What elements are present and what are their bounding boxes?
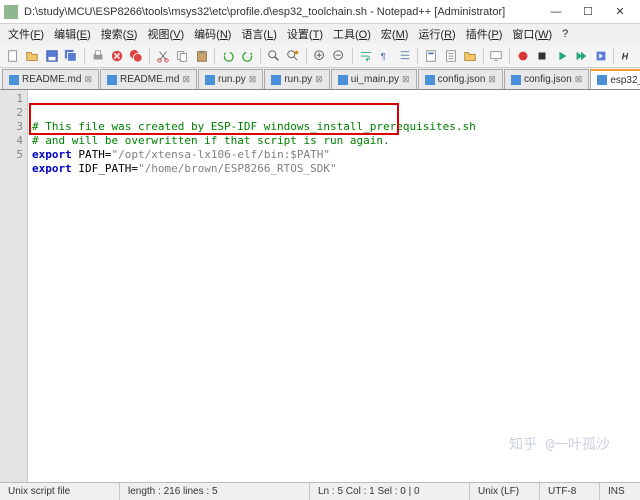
undo-icon[interactable] [219,47,236,65]
tab-run-py[interactable]: run.py⊠ [198,69,263,89]
close-icon[interactable]: ⊠ [488,74,496,85]
window-title: D:\study\MCU\ESP8266\tools\msys32\etc\pr… [24,6,540,18]
close-icon[interactable]: ⊠ [249,74,257,85]
menu-n[interactable]: 编码(N) [190,24,235,44]
menu-t[interactable]: 设置(T) [283,24,327,44]
tabbar: README.md⊠README.md⊠run.py⊠run.py⊠ui_mai… [0,68,640,90]
redo-icon[interactable] [239,47,256,65]
play-multi-icon[interactable] [573,47,590,65]
status-eol[interactable]: Unix (LF) [470,483,540,500]
copy-icon[interactable] [174,47,191,65]
tab-ui_main-py[interactable]: ui_main.py⊠ [331,69,417,89]
menu-p[interactable]: 插件(P) [462,24,507,44]
close-icon[interactable]: ⊠ [182,74,190,85]
line-gutter: 12345 [0,90,28,482]
status-filetype: Unix script file [0,483,120,500]
code-line: # This file was created by ESP-IDF windo… [32,120,640,134]
statusbar: Unix script file length : 216 lines : 5 … [0,482,640,500]
save-macro-icon[interactable] [592,47,609,65]
print-icon[interactable] [89,47,106,65]
menu-r[interactable]: 运行(R) [414,24,459,44]
tab-README-md[interactable]: README.md⊠ [2,69,99,89]
stop-macro-icon[interactable] [534,47,551,65]
menubar: 文件(F)编辑(E)搜索(S)视图(V)编码(N)语言(L)设置(T)工具(O)… [0,24,640,44]
new-file-icon[interactable] [4,47,21,65]
svg-text:H: H [622,51,629,61]
menu-v[interactable]: 视图(V) [143,24,188,44]
maximize-button[interactable]: ☐ [572,2,604,22]
monitor-icon[interactable] [488,47,505,65]
menu-e[interactable]: 编辑(E) [50,24,95,44]
wordwrap-icon[interactable] [357,47,374,65]
close-all-icon[interactable] [128,47,145,65]
svg-text:¶: ¶ [381,51,386,62]
save-all-icon[interactable] [62,47,79,65]
show-all-chars-icon[interactable]: ¶ [377,47,394,65]
tab-README-md[interactable]: README.md⊠ [100,69,197,89]
menu-s[interactable]: 搜索(S) [97,24,142,44]
toolbar: ¶ H [0,44,640,68]
menu-m[interactable]: 宏(M) [377,24,413,44]
menu-help[interactable]: ? [558,26,572,42]
func-list-icon[interactable] [442,47,459,65]
menu-l[interactable]: 语言(L) [237,24,280,44]
code-line: export PATH="/opt/xtensa-lx106-elf/bin:$… [32,148,640,162]
menu-w[interactable]: 窗口(W) [508,24,556,44]
watermark: 知乎 @一叶孤沙 [509,438,610,452]
titlebar: D:\study\MCU\ESP8266\tools\msys32\etc\pr… [0,0,640,24]
cut-icon[interactable] [154,47,171,65]
record-macro-icon[interactable] [514,47,531,65]
tab-esp32_toolchain-sh[interactable]: esp32_toolchain.sh⊠ [590,69,640,89]
play-macro-icon[interactable] [553,47,570,65]
editor-area: 12345 # This file was created by ESP-IDF… [0,90,640,482]
open-file-icon[interactable] [23,47,40,65]
close-button[interactable]: ✕ [604,2,636,22]
doc-map-icon[interactable] [422,47,439,65]
zoom-out-icon[interactable] [331,47,348,65]
app-icon [4,5,18,19]
indent-guide-icon[interactable] [396,47,413,65]
find-icon[interactable] [265,47,282,65]
code-line: # and will be overwritten if that script… [32,134,640,148]
hex-icon[interactable]: H [618,47,635,65]
save-icon[interactable] [43,47,60,65]
zoom-in-icon[interactable] [311,47,328,65]
status-pos: Ln : 5 Col : 1 Sel : 0 | 0 [310,483,470,500]
replace-icon[interactable] [285,47,302,65]
tab-config-json[interactable]: config.json⊠ [418,69,503,89]
tab-run-py[interactable]: run.py⊠ [264,69,329,89]
status-enc[interactable]: UTF-8 [540,483,600,500]
close-icon[interactable]: ⊠ [315,74,323,85]
paste-icon[interactable] [193,47,210,65]
folder-view-icon[interactable] [461,47,478,65]
code-area[interactable]: # This file was created by ESP-IDF windo… [28,90,640,482]
code-line: export IDF_PATH="/home/brown/ESP8266_RTO… [32,162,640,176]
menu-o[interactable]: 工具(O) [329,24,375,44]
close-icon[interactable]: ⊠ [575,74,583,85]
minimize-button[interactable]: — [540,2,572,22]
close-icon[interactable]: ⊠ [402,74,410,85]
close-icon[interactable]: ⊠ [84,74,92,85]
tab-config-json[interactable]: config.json⊠ [504,69,589,89]
status-ovr[interactable]: INS [600,483,640,500]
menu-f[interactable]: 文件(F) [4,24,48,44]
close-file-icon[interactable] [108,47,125,65]
status-length: length : 216 lines : 5 [120,483,310,500]
